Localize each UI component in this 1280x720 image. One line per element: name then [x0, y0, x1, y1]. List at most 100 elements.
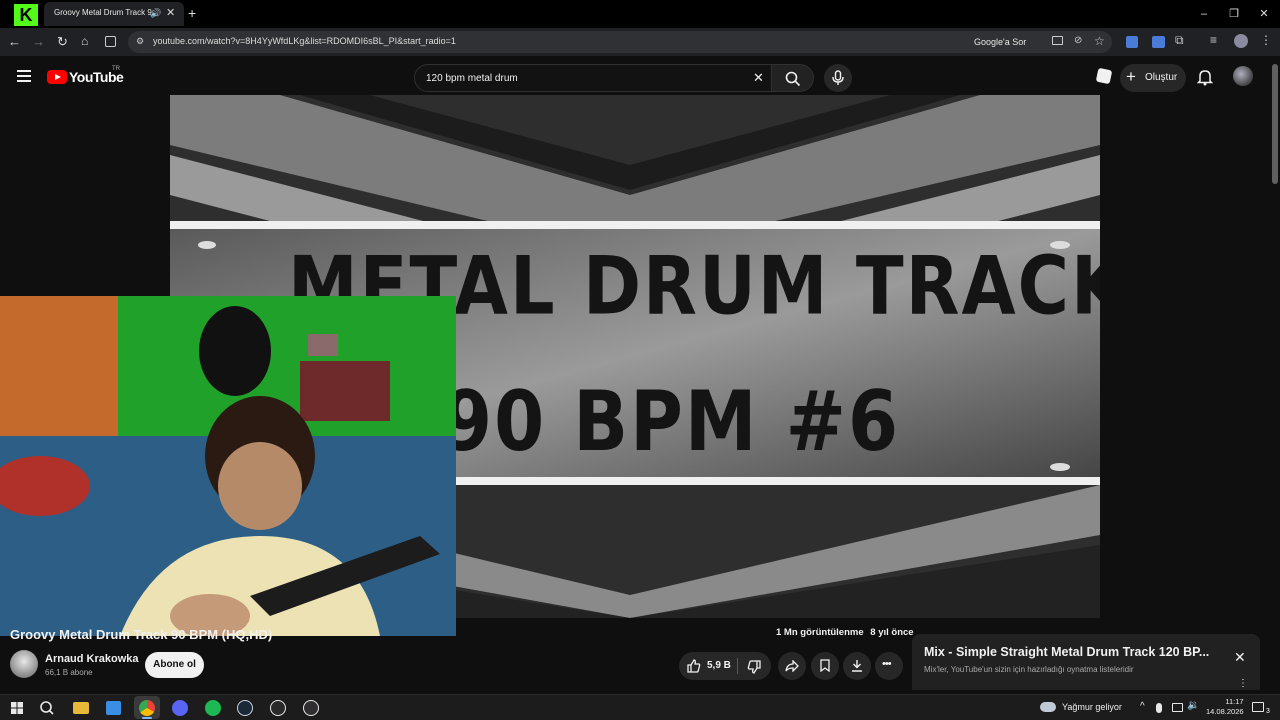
clock-date: 14.08.2026	[1206, 707, 1244, 716]
bookmark-icon	[820, 659, 830, 672]
youtube-logo[interactable]: YouTube TR	[47, 66, 127, 85]
download-icon	[852, 660, 862, 672]
create-label: Oluştur	[1145, 72, 1178, 83]
extension-icon[interactable]	[1152, 36, 1165, 48]
subscriber-count: 66,1 B abone	[45, 668, 93, 677]
voice-search-button[interactable]	[824, 64, 852, 92]
like-dislike-group: 5,9 B	[679, 652, 771, 680]
spotify-icon[interactable]	[205, 700, 221, 716]
youtube-header: YouTube TR 120 bpm metal drum ✕ + Oluştu…	[0, 56, 1280, 96]
more-actions-button[interactable]: •••	[875, 652, 903, 680]
windows-taskbar: Yağmur geliyor ^ 🔉 11:17 14.08.2026 3	[0, 694, 1280, 720]
search-query-text: 120 bpm metal drum	[426, 73, 518, 84]
site-info-icon[interactable]: ⚙	[136, 36, 144, 47]
forward-icon[interactable]: →	[32, 34, 45, 49]
plus-icon: +	[1126, 67, 1136, 86]
browser-menu-icon[interactable]: ⋮	[1260, 33, 1272, 47]
steam-icon[interactable]	[237, 700, 253, 716]
page-scrollbar[interactable]	[1270, 56, 1280, 694]
channel-name[interactable]: Arnaud Krakowka	[45, 653, 139, 665]
window-close-icon[interactable]: ✕	[1256, 6, 1272, 22]
google-sor-button[interactable]: Google'a Sor	[968, 33, 1032, 51]
obs-studio-icon[interactable]	[303, 700, 319, 716]
youtube-play-icon	[47, 70, 67, 84]
back-icon[interactable]: ←	[8, 34, 21, 49]
extensions-puzzle-icon[interactable]: ⧉	[1175, 33, 1184, 48]
premium-badge-icon[interactable]	[1095, 67, 1113, 85]
scrollbar-thumb[interactable]	[1272, 64, 1278, 184]
hamburger-menu-icon[interactable]	[17, 70, 31, 82]
tab-title: Groovy Metal Drum Track 9...	[54, 8, 152, 17]
share-button[interactable]	[778, 652, 806, 680]
url-text: youtube.com/watch?v=8H4YyWfdLKg&list=RDO…	[153, 36, 456, 46]
mix-close-icon[interactable]: ✕	[1234, 649, 1246, 666]
notification-count: 3	[1266, 708, 1270, 715]
save-button[interactable]	[811, 652, 839, 680]
more-horizontal-icon: •••	[882, 658, 892, 670]
share-icon	[785, 660, 799, 672]
search-button[interactable]	[772, 64, 814, 92]
file-explorer-icon[interactable]	[73, 702, 89, 714]
translate-icon[interactable]	[1126, 36, 1138, 48]
search-icon	[785, 71, 801, 87]
reload-icon[interactable]: ↻	[57, 34, 68, 50]
minimize-icon[interactable]: –	[1196, 6, 1212, 22]
tab-close-icon[interactable]: ✕	[166, 6, 175, 19]
notification-center-icon[interactable]	[1252, 702, 1264, 712]
webcam-feed-image	[0, 296, 456, 636]
webcam-overlay	[0, 296, 456, 636]
subscribe-button[interactable]: Abone ol	[145, 652, 204, 678]
mix-menu-icon[interactable]: ⋮	[1238, 678, 1248, 689]
video-info: Groovy Metal Drum Track 90 BPM (HQ,HD) 1…	[0, 618, 914, 688]
search-input[interactable]: 120 bpm metal drum ✕	[414, 64, 772, 92]
active-tab[interactable]: Groovy Metal Drum Track 9... 🔊 ✕	[44, 2, 184, 26]
windows-start-icon[interactable]	[8, 699, 26, 717]
taskbar-search-icon[interactable]	[38, 699, 56, 717]
notification-bell-icon[interactable]	[1197, 68, 1213, 86]
epic-games-icon[interactable]	[270, 700, 286, 716]
video-title: Groovy Metal Drum Track 90 BPM (HQ,HD)	[10, 627, 273, 642]
upload-age: 8 yıl önce	[870, 627, 914, 638]
microphone-icon	[832, 70, 844, 85]
thumbs-up-icon	[687, 659, 701, 673]
mic-tray-icon[interactable]	[1156, 703, 1162, 713]
new-tab-icon[interactable]: +	[188, 5, 196, 21]
browser-tab-strip: K 2 Groovy Metal Drum Track 9... 🔊 ✕ + –…	[0, 0, 1280, 28]
discord-icon[interactable]	[172, 700, 188, 716]
media-controls-icon[interactable]: ≡	[1210, 33, 1217, 47]
weather-text[interactable]: Yağmur geliyor	[1062, 702, 1122, 712]
like-button[interactable]: 5,9 B	[679, 652, 737, 680]
tray-chevron-icon[interactable]: ^	[1140, 701, 1145, 712]
channel-avatar[interactable]	[10, 650, 38, 678]
home-icon[interactable]: ⌂	[81, 34, 88, 48]
google-sor-label: Google'a Sor	[974, 37, 1027, 47]
clear-search-icon[interactable]: ✕	[753, 70, 764, 86]
bookmark-star-icon[interactable]: ☆	[1094, 34, 1105, 48]
view-count-line: 1 Mn görüntülenme 8 yıl önce	[776, 627, 914, 638]
weather-cloud-icon[interactable]	[1040, 702, 1056, 712]
kick-logo-overlay: K	[14, 4, 38, 26]
create-button[interactable]: + Oluştur	[1120, 64, 1186, 92]
profile-avatar[interactable]	[1234, 34, 1248, 48]
thumbnail-title-line2: 90 BPM #6	[442, 372, 901, 470]
cast-icon[interactable]	[1052, 36, 1063, 45]
address-bar[interactable]: ⚙ youtube.com/watch?v=8H4YyWfdLKg&list=R…	[128, 31, 1112, 53]
mix-title: Mix - Simple Straight Metal Drum Track 1…	[924, 645, 1210, 659]
mix-subtitle: Mix'ler, YouTube'un sizin için hazırladı…	[924, 665, 1134, 674]
chrome-icon[interactable]	[139, 700, 155, 716]
thumbs-down-icon[interactable]	[747, 660, 761, 674]
reading-mode-icon[interactable]	[105, 36, 116, 47]
network-icon[interactable]	[1172, 703, 1183, 712]
mix-playlist-card[interactable]: Mix - Simple Straight Metal Drum Track 1…	[912, 634, 1260, 690]
region-code: TR	[112, 66, 120, 72]
restore-icon[interactable]: ❐	[1226, 6, 1242, 22]
taskbar-clock[interactable]: 11:17 14.08.2026	[1206, 697, 1244, 717]
eye-off-icon[interactable]: ⊘	[1074, 35, 1082, 46]
download-button[interactable]	[843, 652, 871, 680]
volume-icon[interactable]: 🔉	[1187, 700, 1199, 711]
user-avatar[interactable]	[1233, 66, 1253, 86]
browser-toolbar: ← → ↻ ⌂ ⚙ youtube.com/watch?v=8H4YyWfdLK…	[0, 28, 1280, 56]
clock-time: 11:17	[1225, 697, 1244, 706]
speaker-icon[interactable]: 🔊	[150, 8, 161, 19]
microsoft-store-icon[interactable]	[106, 701, 121, 715]
